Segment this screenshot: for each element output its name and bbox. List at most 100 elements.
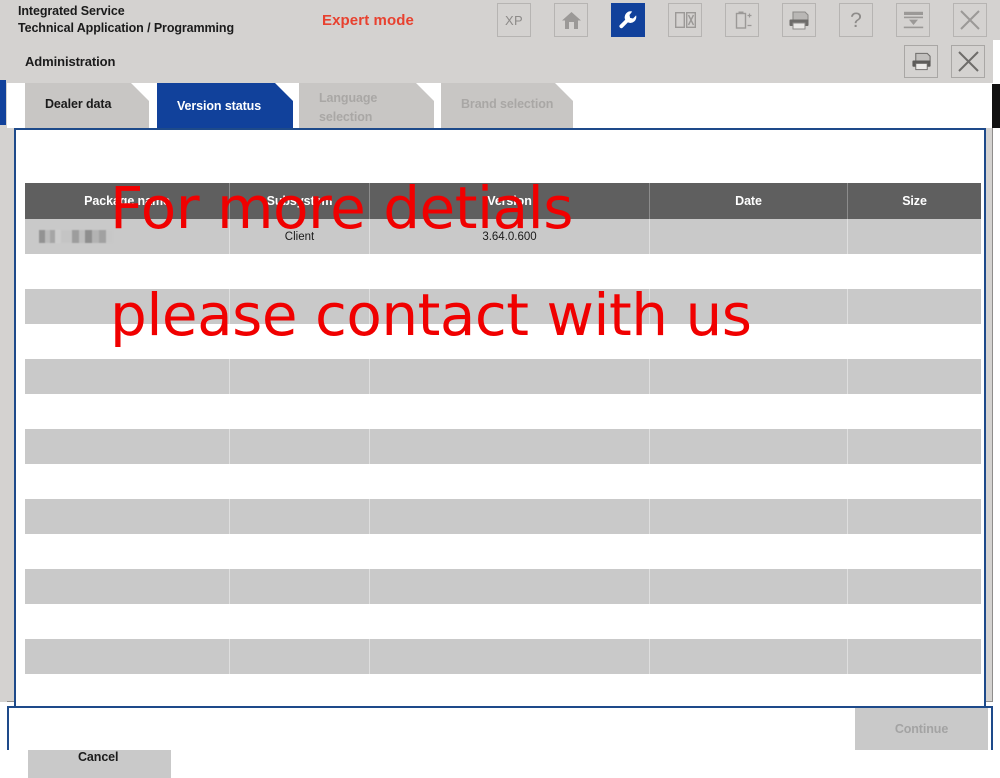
tab-label: Dealer data (45, 97, 112, 111)
cell-size (848, 359, 981, 394)
cell-package-name (25, 429, 230, 464)
close-button[interactable] (953, 3, 987, 37)
table-row[interactable] (25, 359, 981, 394)
version-status-panel: Package name Subsystem Version Date Size… (14, 128, 986, 778)
cell-subsystem (230, 429, 370, 464)
table-row[interactable] (25, 429, 981, 464)
dialog-print-button[interactable] (904, 45, 938, 78)
cell-version (370, 359, 650, 394)
footer-bar (7, 706, 993, 750)
cell-date (650, 359, 848, 394)
cell-package-name (25, 219, 230, 254)
continue-button[interactable]: Continue (855, 708, 988, 750)
tray-down-icon (903, 11, 923, 29)
column-header-date[interactable]: Date (650, 183, 848, 219)
dialog-close-button[interactable] (951, 45, 985, 78)
cell-version (370, 639, 650, 674)
cell-size (848, 569, 981, 604)
minimize-button[interactable] (896, 3, 930, 37)
dialog-title: Administration (25, 54, 116, 69)
cell-version (370, 569, 650, 604)
cell-date (650, 499, 848, 534)
cell-version (370, 429, 650, 464)
tab-label: Version status (177, 99, 262, 113)
cell-subsystem (230, 499, 370, 534)
table-row-spacer (25, 604, 981, 639)
cell-subsystem: Client (230, 219, 370, 254)
table-row[interactable] (25, 289, 981, 324)
tab-dealer-data[interactable]: Dealer data (25, 83, 149, 128)
home-icon (561, 11, 581, 29)
id-card-icon (674, 12, 696, 28)
expert-mode-badge: Expert mode (322, 12, 414, 29)
cell-subsystem (230, 289, 370, 324)
cell-package-name (25, 359, 230, 394)
table-row-spacer (25, 324, 981, 359)
column-header-subsystem[interactable]: Subsystem (230, 183, 370, 219)
cell-date (650, 289, 848, 324)
table-row[interactable]: Client 3.64.0.600 (25, 219, 981, 254)
cell-package-name (25, 639, 230, 674)
column-header-package-name[interactable]: Package name (25, 183, 230, 219)
application-toolbar: Integrated Service Technical Application… (0, 0, 1000, 40)
cell-subsystem (230, 639, 370, 674)
cell-size (848, 499, 981, 534)
cell-date (650, 569, 848, 604)
tools-button[interactable] (611, 3, 645, 37)
question-mark-icon: ? (850, 8, 862, 32)
cell-size (848, 289, 981, 324)
cell-version: 3.64.0.600 (370, 219, 650, 254)
cell-version (370, 289, 650, 324)
printer-icon (911, 52, 931, 71)
cell-size (848, 429, 981, 464)
column-header-size[interactable]: Size (848, 183, 981, 219)
printer-icon (789, 10, 809, 29)
cell-date (650, 219, 848, 254)
cell-subsystem (230, 359, 370, 394)
tab-language-selection[interactable]: Language selection (299, 83, 434, 128)
table-row[interactable] (25, 639, 981, 674)
cell-date (650, 429, 848, 464)
cell-subsystem (230, 569, 370, 604)
version-table: Package name Subsystem Version Date Size… (25, 183, 981, 744)
wrench-icon (618, 10, 636, 28)
vehicle-id-button[interactable] (668, 3, 702, 37)
battery-button[interactable] (725, 3, 759, 37)
close-x-icon (957, 51, 979, 72)
help-button[interactable]: ? (839, 3, 873, 37)
home-button[interactable] (554, 3, 588, 37)
table-row-spacer (25, 254, 981, 289)
table-row-spacer (25, 534, 981, 569)
battery-icon (735, 11, 751, 29)
cell-version (370, 499, 650, 534)
table-header-row: Package name Subsystem Version Date Size (25, 183, 981, 219)
table-row-spacer (25, 674, 981, 709)
tab-label: Language selection (319, 91, 378, 124)
left-accent-strip (0, 80, 6, 125)
tab-strip: Dealer data Version status Language sele… (7, 83, 993, 128)
redacted-package-name (39, 230, 113, 243)
print-button[interactable] (782, 3, 816, 37)
xp-button[interactable]: XP (497, 3, 531, 37)
dialog-title-bar: Administration (7, 40, 993, 83)
column-header-version[interactable]: Version (370, 183, 650, 219)
xp-text-icon: XP (505, 12, 523, 28)
right-edge-strip (992, 84, 1000, 128)
cell-size (848, 219, 981, 254)
table-row[interactable] (25, 499, 981, 534)
table-row-spacer (25, 464, 981, 499)
cell-package-name (25, 499, 230, 534)
table-row[interactable] (25, 569, 981, 604)
application-title: Integrated Service Technical Application… (18, 4, 234, 35)
table-row-spacer (25, 394, 981, 429)
tab-version-status[interactable]: Version status (157, 83, 293, 128)
administration-dialog: Administration Dealer data Version statu… (7, 40, 993, 778)
cell-date (650, 639, 848, 674)
close-x-icon (960, 10, 980, 30)
tab-brand-selection[interactable]: Brand selection (441, 83, 573, 128)
left-edge-chrome (0, 40, 7, 702)
tab-label: Brand selection (461, 97, 554, 111)
cell-package-name (25, 569, 230, 604)
cell-package-name (25, 289, 230, 324)
cell-size (848, 639, 981, 674)
